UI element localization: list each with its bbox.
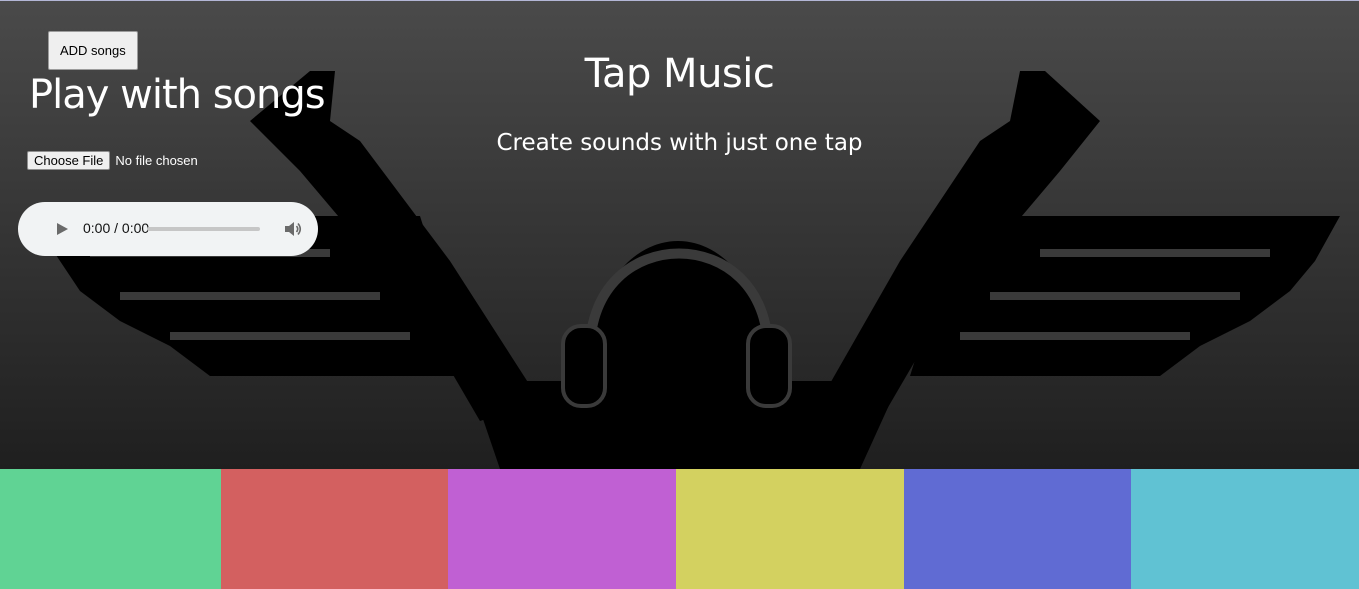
sound-pads (0, 469, 1359, 589)
pad-4[interactable] (676, 469, 904, 589)
app-title: Tap Music (584, 51, 775, 97)
pad-6[interactable] (1131, 469, 1359, 589)
seek-bar[interactable] (147, 227, 260, 231)
audio-player[interactable]: 0:00 / 0:00 (18, 202, 318, 256)
app-subtitle: Create sounds with just one tap (496, 130, 863, 156)
hero-section: ADD songs Play with songs Choose File No… (0, 1, 1359, 469)
pad-5[interactable] (904, 469, 1131, 589)
play-icon[interactable] (57, 223, 68, 235)
volume-icon[interactable] (284, 220, 302, 238)
pad-3[interactable] (448, 469, 676, 589)
pad-1[interactable] (0, 469, 221, 589)
time-display: 0:00 / 0:00 (83, 220, 150, 236)
pad-2[interactable] (221, 469, 448, 589)
